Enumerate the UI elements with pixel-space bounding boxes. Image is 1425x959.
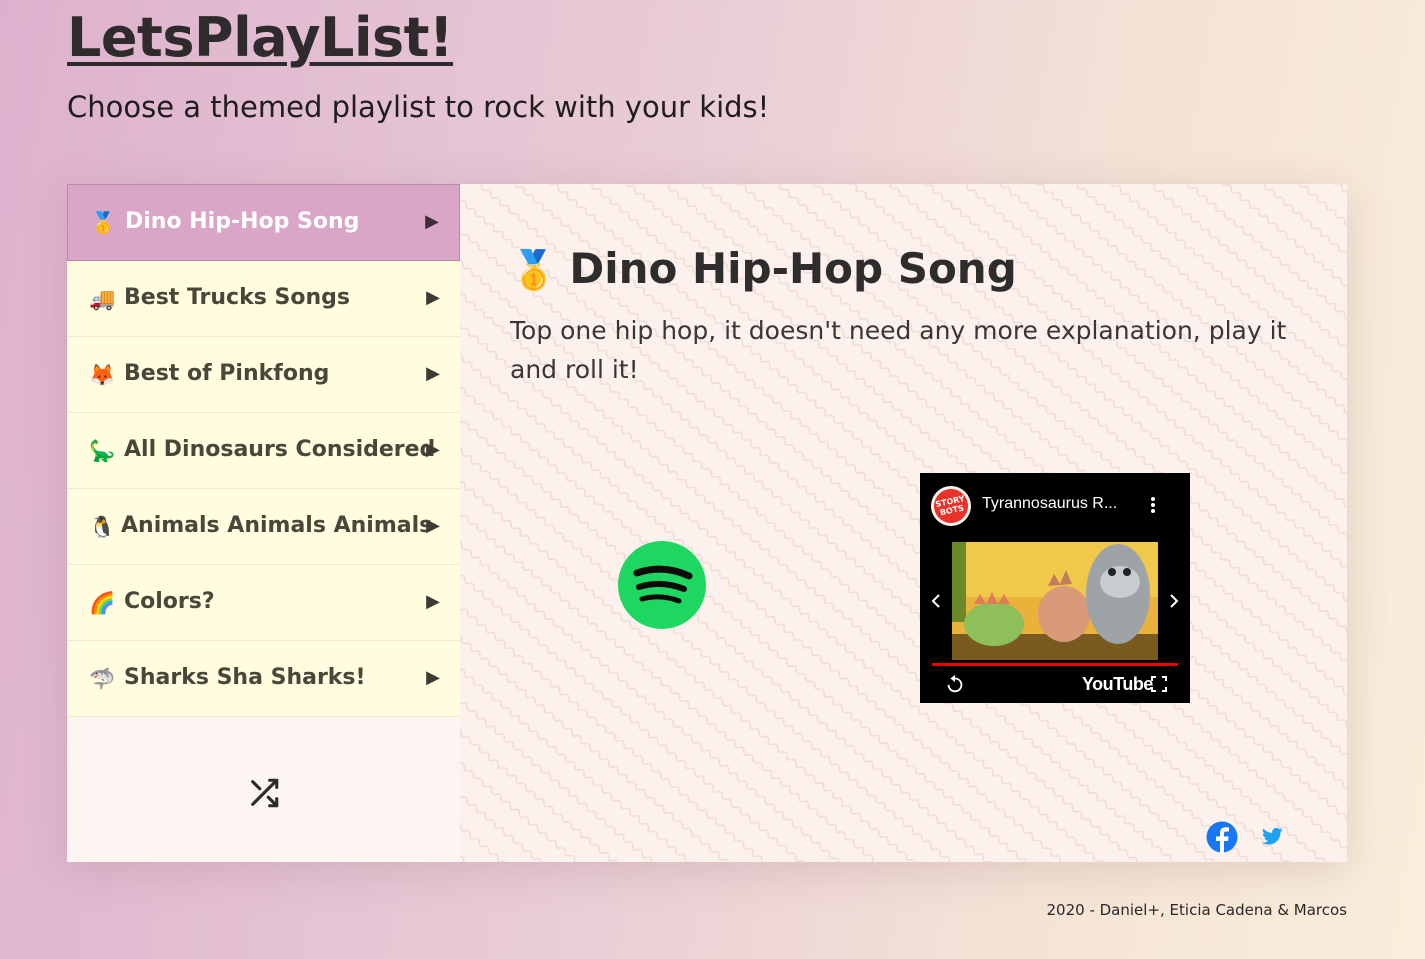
menu-item-label: Best of Pinkfong [124,361,330,386]
chevron-left-icon[interactable] [928,591,944,611]
more-options-icon[interactable] [1148,495,1158,515]
fox-icon: 🦊 [89,363,116,387]
play-arrow-icon: ▶ [426,667,440,688]
site-subtitle: Choose a themed playlist to rock with yo… [67,90,770,124]
medal-icon: 🥇 [510,248,558,292]
chevron-right-icon[interactable] [1166,591,1182,611]
play-arrow-icon: ▶ [426,287,440,308]
video-thumbnail[interactable] [952,542,1158,660]
site-title[interactable]: LetsPlayList! [67,6,454,69]
play-arrow-icon: ▶ [426,439,440,460]
menu-item-animals[interactable]: 🐧 Animals Animals Animals ▶ [67,489,460,565]
dinosaur-icon: 🦕 [89,439,116,463]
play-arrow-icon: ▶ [426,591,440,612]
medal-icon: 🥇 [90,211,117,235]
shuffle-icon[interactable] [247,776,281,810]
shark-icon: 🦈 [89,667,116,691]
channel-avatar-text: STORY BOTS [931,486,971,526]
menu-item-label: All Dinosaurs Considered [124,437,436,462]
fullscreen-icon[interactable] [1150,675,1168,693]
menu-item-label: Colors? [124,589,215,614]
menu-item-label: Sharks Sha Sharks! [124,665,366,690]
youtube-logo[interactable]: YouTube [1082,674,1153,695]
menu-item-all-dinosaurs[interactable]: 🦕 All Dinosaurs Considered ▶ [67,413,460,489]
menu-item-best-of-pinkfong[interactable]: 🦊 Best of Pinkfong ▶ [67,337,460,413]
play-arrow-icon: ▶ [426,515,440,536]
playlist-description: Top one hip hop, it doesn't need any mor… [510,316,1287,384]
playlist-title-text: Dino Hip-Hop Song [569,244,1017,293]
youtube-embed[interactable]: STORY BOTS Tyrannosaurus R... YouTube [920,473,1190,703]
facebook-icon[interactable] [1206,821,1238,853]
spotify-icon[interactable] [617,540,707,630]
menu-item-label: Best Trucks Songs [124,285,350,310]
menu-item-best-trucks[interactable]: 🚚 Best Trucks Songs ▶ [67,261,460,337]
playlist-sidebar: 🥇 Dino Hip-Hop Song ▶ 🚚 Best Trucks Song… [67,184,460,862]
twitter-icon[interactable] [1262,827,1283,846]
truck-icon: 🚚 [89,287,116,311]
menu-item-colors[interactable]: 🌈 Colors? ▶ [67,565,460,641]
menu-item-label: Animals Animals Animals [121,513,433,538]
replay-icon[interactable] [944,673,966,695]
channel-avatar[interactable]: STORY BOTS [931,486,971,526]
video-title[interactable]: Tyrannosaurus R... [982,495,1117,513]
penguin-icon: 🐧 [89,515,116,539]
playlist-title: 🥇 Dino Hip-Hop Song [510,244,1017,293]
playlist-panel: 🥇 Dino Hip-Hop Song ▶ 🚚 Best Trucks Song… [67,184,1347,862]
rainbow-icon: 🌈 [89,591,116,615]
menu-item-dino-hip-hop[interactable]: 🥇 Dino Hip-Hop Song ▶ [67,184,460,261]
footer-credits: 2020 - Daniel+, Eticia Cadena & Marcos [1046,901,1348,919]
playlist-content: 🥇 Dino Hip-Hop Song Top one hip hop, it d… [460,184,1347,862]
play-arrow-icon: ▶ [426,363,440,384]
video-progress-bar[interactable] [932,663,1178,666]
menu-item-sharks[interactable]: 🦈 Sharks Sha Sharks! ▶ [67,641,460,717]
menu-item-label: Dino Hip-Hop Song [125,209,360,234]
play-arrow-icon: ▶ [425,211,439,232]
shuffle-area [67,723,460,862]
